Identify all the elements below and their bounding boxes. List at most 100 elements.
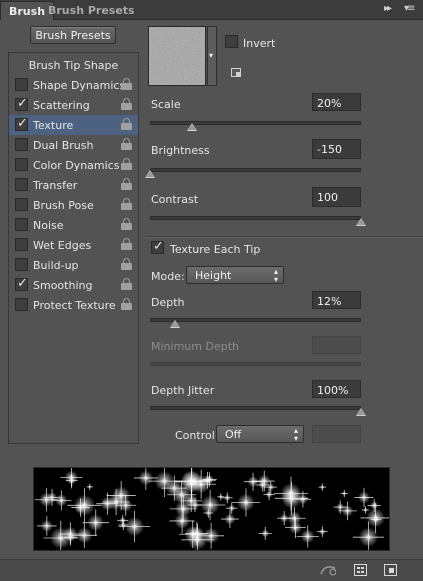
transfer-label: Transfer <box>33 179 78 192</box>
scale-label: Scale <box>151 98 181 111</box>
new-pattern-icon[interactable] <box>231 68 241 77</box>
shape-dynamics-checkbox[interactable] <box>15 78 28 91</box>
list-item-transfer[interactable]: Transfer <box>9 175 138 195</box>
list-item-color-dynamics[interactable]: Color Dynamics <box>9 155 138 175</box>
lock-icon[interactable] <box>121 78 132 90</box>
list-item-protect-texture[interactable]: Protect Texture <box>9 295 138 315</box>
list-item-brush-pose[interactable]: Brush Pose <box>9 195 138 215</box>
brush-presets-button[interactable]: Brush Presets <box>30 26 116 44</box>
brush-stroke-preview <box>33 463 391 556</box>
lock-icon[interactable] <box>121 198 132 210</box>
list-item-build-up[interactable]: Build-up <box>9 255 138 275</box>
updown-arrow-icon: ▴ ▾ <box>273 267 278 284</box>
sparkle <box>225 502 238 514</box>
check-icon: ✓ <box>17 276 28 291</box>
invert-checkbox[interactable] <box>225 35 238 48</box>
list-item-dual-brush[interactable]: Dual Brush <box>9 135 138 155</box>
depth-label: Depth <box>151 296 185 309</box>
panel-menu-icon[interactable]: ▾≡ <box>404 3 415 14</box>
check-icon: ✓ <box>153 239 164 254</box>
sparkle <box>221 510 239 528</box>
brightness-slider-thumb[interactable] <box>145 170 155 178</box>
contrast-slider-track[interactable] <box>150 216 361 220</box>
list-item-shape-dynamics[interactable]: Shape Dynamics <box>9 75 138 95</box>
depth-input[interactable]: 12% <box>312 291 361 309</box>
mode-label: Mode: <box>151 270 185 283</box>
grid-view-icon[interactable] <box>354 564 367 576</box>
lock-icon[interactable] <box>121 98 132 110</box>
depth-slider-thumb[interactable] <box>170 320 181 328</box>
list-item-scattering[interactable]: ✓ Scattering <box>9 95 138 115</box>
brightness-input[interactable]: -150 <box>312 139 361 159</box>
pattern-picker-button[interactable]: ▾ <box>207 26 217 86</box>
sparkle <box>244 472 263 491</box>
scattering-label: Scattering <box>33 99 90 112</box>
depth-jitter-slider-track[interactable] <box>150 406 361 410</box>
lock-icon[interactable] <box>121 298 132 310</box>
texture-pattern-swatch[interactable] <box>148 26 206 86</box>
scattering-checkbox[interactable]: ✓ <box>15 96 28 111</box>
contrast-slider-thumb[interactable] <box>356 218 366 226</box>
minimum-depth-slider-track <box>150 362 361 366</box>
list-item-wet-edges[interactable]: Wet Edges <box>9 235 138 255</box>
check-icon: ✓ <box>17 96 28 111</box>
lock-icon[interactable] <box>121 238 132 250</box>
lock-icon[interactable] <box>121 118 132 130</box>
control-value-input <box>312 425 361 443</box>
sparkle <box>134 466 158 490</box>
wet-edges-label: Wet Edges <box>33 239 92 252</box>
brightness-slider-track[interactable] <box>150 168 361 172</box>
scale-slider-thumb[interactable] <box>187 123 198 131</box>
lock-icon[interactable] <box>121 178 132 190</box>
list-item-smoothing[interactable]: ✓ Smoothing <box>9 275 138 295</box>
tab-brush-presets[interactable]: Brush Presets <box>40 1 143 20</box>
brush-tip-shape-item[interactable]: Brush Tip Shape <box>9 55 138 75</box>
lock-icon[interactable] <box>121 218 132 230</box>
lock-icon[interactable] <box>121 158 132 170</box>
invert-label: Invert <box>243 37 276 50</box>
protect-texture-checkbox[interactable] <box>15 298 28 311</box>
depth-slider-track[interactable] <box>150 318 361 322</box>
sparkle <box>34 488 58 512</box>
depth-jitter-input[interactable]: 100% <box>312 380 361 398</box>
contrast-input[interactable]: 100 <box>312 187 361 207</box>
sparkle <box>86 483 93 491</box>
transfer-checkbox[interactable] <box>15 178 28 191</box>
shape-dynamics-label: Shape Dynamics <box>33 79 126 92</box>
lock-icon[interactable] <box>121 258 132 270</box>
brush-pose-checkbox[interactable] <box>15 198 28 211</box>
wet-edges-checkbox[interactable] <box>15 238 28 251</box>
list-item-noise[interactable]: Noise <box>9 215 138 235</box>
pattern-noise-image <box>149 27 205 85</box>
updown-arrow-icon: ▴ ▾ <box>293 426 298 443</box>
build-up-label: Build-up <box>33 259 79 272</box>
build-up-checkbox[interactable] <box>15 258 28 271</box>
lock-icon[interactable] <box>121 138 132 150</box>
noise-checkbox[interactable] <box>15 218 28 231</box>
check-icon: ✓ <box>17 116 28 131</box>
control-value: Off <box>225 428 242 441</box>
texture-each-tip-checkbox[interactable]: ✓ <box>151 239 164 254</box>
toggle-live-tip-icon[interactable] <box>320 564 336 576</box>
sparkle <box>340 489 348 498</box>
list-item-texture[interactable]: ✓ Texture <box>9 115 138 135</box>
sparkle <box>274 481 309 515</box>
texture-checkbox[interactable]: ✓ <box>15 116 28 131</box>
mode-value: Height <box>195 269 232 282</box>
section-divider-highlight <box>145 237 423 238</box>
color-dynamics-checkbox[interactable] <box>15 158 28 171</box>
depth-jitter-slider-thumb[interactable] <box>356 408 366 416</box>
scale-slider-track[interactable] <box>150 121 361 125</box>
sparkle <box>263 488 275 501</box>
dual-brush-checkbox[interactable] <box>15 138 28 151</box>
lock-icon[interactable] <box>121 278 132 290</box>
brightness-label: Brightness <box>151 144 210 157</box>
create-new-brush-icon[interactable] <box>384 564 397 576</box>
control-dropdown[interactable]: Off ▴ ▾ <box>216 425 304 443</box>
noise-label: Noise <box>33 219 64 232</box>
mode-dropdown[interactable]: Height ▴ ▾ <box>186 266 284 284</box>
panel-bottom-bar <box>0 559 423 581</box>
smoothing-checkbox[interactable]: ✓ <box>15 276 28 291</box>
collapse-icon[interactable]: ▸▸ <box>384 3 392 14</box>
scale-input[interactable]: 20% <box>312 93 361 111</box>
